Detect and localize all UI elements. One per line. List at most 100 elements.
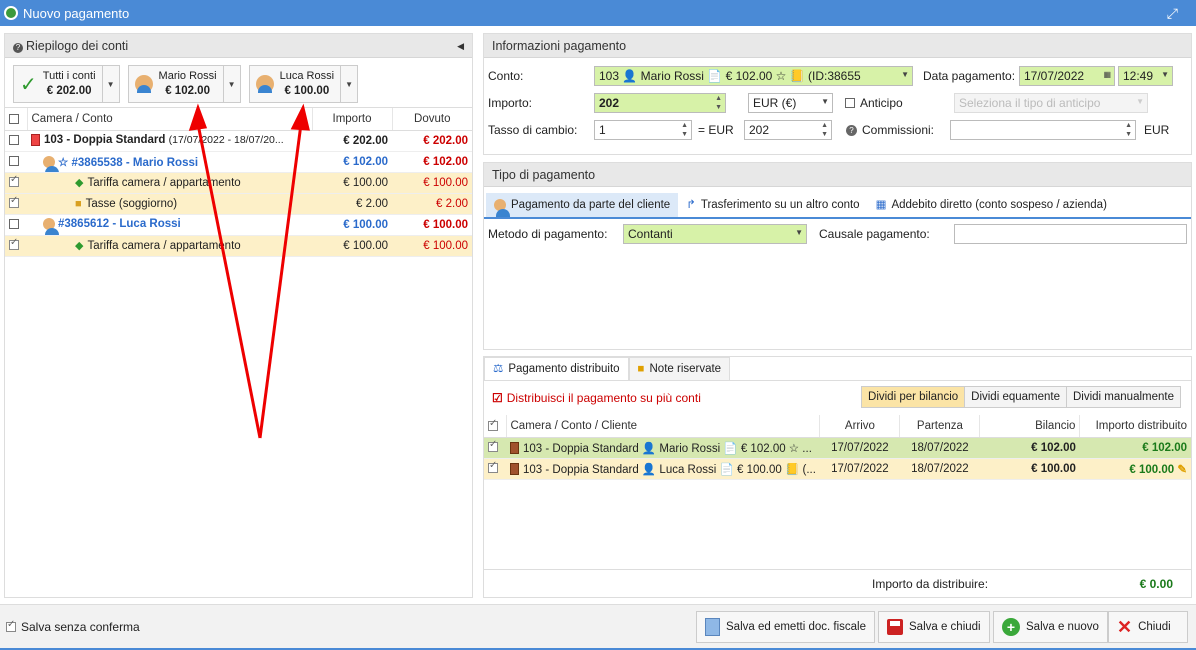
payment-type-tabs: Pagamento da parte del cliente ↱ Trasferi… [484,193,1191,219]
person-icon [43,156,59,171]
select-all-header[interactable] [484,415,507,438]
dropdown-arrow-icon: ▼ [1161,70,1169,79]
tab-trasferimento[interactable]: ↱ Trasferimento su un altro conto [678,193,867,217]
row-arrivo: 17/07/2022 [819,437,900,459]
account-button-all[interactable]: ✓ Tutti i conti € 202.00 ▼ [13,65,120,103]
split-by-balance-button[interactable]: Dividi per bilancio [862,387,966,407]
conto-row: Conto: 103 👤 Mario Rossi 📄 € 102.00 ☆ 📒 … [488,66,1173,86]
row-importo: € 100.00 [1129,463,1175,476]
row-label: 103 - Doppia Standard [44,134,166,147]
row-checkbox[interactable] [9,219,19,230]
salva-senza-conferma-checkbox[interactable]: Salva senza conferma [6,619,140,634]
person-icon [494,199,510,217]
save-close-button[interactable]: Salva e chiudi [878,611,990,643]
tab-note[interactable]: ■ Note riservate [628,357,731,380]
spinner-icon[interactable]: ▲ ▼ [821,121,828,139]
distribute-checkbox-row[interactable]: ☑ Distribuisci il pagamento su più conti [492,391,701,405]
dropdown-arrow-icon[interactable]: ▼ [222,66,240,102]
spinner-icon[interactable]: ▲ ▼ [681,121,688,139]
row-importo: € 100.00 [312,235,392,257]
panel-header: Informazioni pagamento [484,34,1191,58]
person-icon [43,218,59,234]
save-new-button[interactable]: + Salva e nuovo [993,611,1108,643]
button-label: Salva e chiudi [909,621,981,633]
save-fiscal-button[interactable]: Salva ed emetti doc. fiscale [696,611,875,643]
date-input[interactable]: 17/07/2022 ▦ [1019,66,1115,86]
row-checkbox[interactable] [9,195,19,209]
row-dovuto: € 100.00 [392,235,472,257]
table-row[interactable]: 103 - Doppia Standard (17/07/2022 - 18/0… [5,130,472,152]
importo-input[interactable]: 202 ▲ ▼ [594,93,726,113]
table-row[interactable]: 103 - Doppia Standard 👤 Luca Rossi 📄 € 1… [484,458,1191,480]
row-checkbox[interactable] [9,135,19,146]
account-amount: € 102.00 [165,85,210,97]
checked-icon: ☑ [492,391,503,405]
account-button-mario[interactable]: Mario Rossi € 102.00 ▼ [127,65,241,103]
row-checkbox[interactable] [9,237,19,251]
floppy-icon [887,619,903,635]
row-importo: € 102.00 [312,151,392,173]
distribution-tabs: ⚖ Pagamento distribuito ■ Note riservate [484,357,1191,381]
row-label: Tariffa camera / appartamento [87,177,241,189]
time-value: 12:49 [1123,69,1154,83]
maximize-icon[interactable]: ⤢ [1167,5,1178,22]
importo-label: Importo: [488,96,533,110]
tab-addebito[interactable]: ▦ Addebito diretto (conto sospeso / azien… [868,193,1115,217]
tab-label: Note riservate [649,362,722,375]
eur-input[interactable]: 202 ▲ ▼ [744,120,832,140]
anticipo-checkbox[interactable] [845,98,855,108]
tab-label: Pagamento distribuito [508,362,620,375]
causale-input[interactable] [954,224,1187,244]
table-row[interactable]: ◆Tariffa camera / appartamento € 100.00 … [5,172,472,194]
edit-pencil-icon[interactable]: ✎ [1177,464,1187,476]
table-row[interactable]: 103 - Doppia Standard 👤 Mario Rossi 📄 € … [484,437,1191,459]
row-bilancio: € 100.00 [1031,462,1076,475]
table-row[interactable]: ☆ #3865538 - Mario Rossi € 102.00 € 102.… [5,151,472,173]
help-icon[interactable]: ? [846,124,857,136]
currency-value: EUR (€) [753,96,797,110]
tab-cliente[interactable]: Pagamento da parte del cliente [486,193,679,217]
help-icon[interactable]: ? [13,43,23,53]
table-row[interactable]: ◆Tariffa camera / appartamento € 100.00 … [5,235,472,257]
panel-header: ? Riepilogo dei conti ◀ [5,34,472,58]
currency-select[interactable]: EUR (€) ▼ [748,93,833,113]
row-checkbox[interactable] [488,460,498,474]
row-checkbox[interactable] [9,156,19,167]
conto-select[interactable]: 103 👤 Mario Rossi 📄 € 102.00 ☆ 📒 (ID:386… [594,66,913,86]
dropdown-arrow-icon[interactable]: ▼ [101,66,119,102]
anticipo-select[interactable]: Seleziona il tipo di anticipo ▼ [954,93,1148,113]
metodo-select[interactable]: Contanti ▼ [623,224,807,244]
close-icon: ✕ [1117,616,1133,637]
checkbox[interactable] [6,619,16,632]
account-button-luca[interactable]: Luca Rossi € 100.00 ▼ [248,65,359,103]
tab-distribuito[interactable]: ⚖ Pagamento distribuito [484,357,629,380]
panel-title: Riepilogo dei conti [26,39,129,53]
tab-label: Trasferimento su un altro conto [700,199,860,211]
app-icon [4,6,18,20]
table-row[interactable]: ■Tasse (soggiorno) € 2.00 € 2.00 [5,193,472,215]
split-manual-button[interactable]: Dividi manualmente [1067,387,1180,407]
calendar-icon[interactable]: ▦ [1103,70,1111,79]
close-button[interactable]: ✕ Chiudi [1108,611,1188,643]
spinner-icon[interactable]: ▲ ▼ [715,94,722,112]
spinner-icon[interactable]: ▲ ▼ [1125,121,1132,139]
split-equal-button[interactable]: Dividi equamente [965,387,1067,407]
tax-icon: ■ [75,197,82,210]
account-name: Luca Rossi [279,70,335,82]
row-checkbox[interactable] [9,174,19,188]
tasso-input[interactable]: 1 ▲ ▼ [594,120,692,140]
commissioni-input[interactable]: ▲ ▼ [950,120,1136,140]
table-row[interactable]: #3865612 - Luca Rossi € 100.00 € 100.00 [5,214,472,236]
dropdown-arrow-icon: ▼ [821,97,829,106]
row-checkbox[interactable] [488,439,498,453]
date-value: 17/07/2022 [1024,69,1085,83]
row-bilancio: € 102.00 [1031,441,1076,454]
check-icon: ✓ [20,73,37,96]
collapse-icon[interactable]: ◀ [457,34,464,58]
row-importo: € 102.00 [1079,437,1191,459]
tag-icon: ◆ [75,240,84,252]
time-input[interactable]: 12:49 ▼ [1118,66,1173,86]
dropdown-arrow-icon[interactable]: ▼ [340,66,357,102]
select-all-header[interactable] [5,108,28,131]
row-importo: € 100.00 [312,172,392,194]
